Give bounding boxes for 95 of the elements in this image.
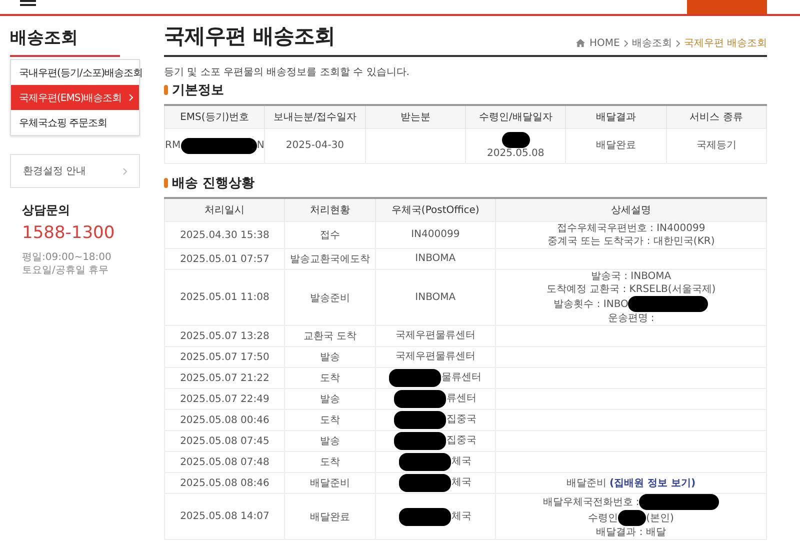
- column-header: 수령인/배달일자: [465, 105, 566, 128]
- table-cell: 배달준비: [310, 478, 350, 489]
- contact-title: 상담문의: [22, 202, 71, 219]
- table-cell: 2025.05.08 14:07: [180, 511, 270, 522]
- chevron-right-icon: [676, 40, 680, 46]
- chevron-right-icon: [129, 94, 133, 101]
- table-cell: 2025.05.07 22:49: [180, 394, 270, 404]
- table-cell: 2025.05.07 17:50: [180, 352, 270, 362]
- table-cell: INBOMA: [415, 292, 456, 304]
- table-cell: 2025.05.08 07:48: [180, 456, 270, 468]
- sidebar-item[interactable]: 우체국쇼핑 주문조회: [11, 110, 139, 135]
- detail-text: 도착예정 교환국 : KRSELB(서울국제): [546, 283, 716, 296]
- chevron-right-icon: [624, 40, 628, 46]
- breadcrumb-link[interactable]: HOME: [589, 38, 620, 48]
- column-header: 상세설명: [496, 198, 766, 222]
- settings-link[interactable]: 환경설정 안내: [10, 154, 140, 188]
- info-link[interactable]: (집배원 정보 보기): [609, 476, 696, 490]
- table-cell: 발송준비: [310, 292, 350, 304]
- detail-text: 중계국 또는 도착국가 : 대한민국(KR): [547, 235, 715, 248]
- sidebar-item[interactable]: 국내우편(등기/소포)배송조회: [11, 60, 139, 85]
- table-cell: 발송: [320, 394, 340, 405]
- home-icon[interactable]: [576, 39, 586, 47]
- detail-text: 발송국 : INBOMA: [590, 270, 672, 283]
- table-cell: 접수: [320, 230, 340, 241]
- column-header: EMS(등기)번호: [164, 105, 265, 128]
- table-cell: 물류센터: [441, 372, 482, 384]
- table-cell: 집중국: [446, 414, 476, 426]
- business-hours: 토요일/공휴일 휴무: [22, 264, 110, 277]
- table-cell: 도착: [320, 415, 340, 426]
- table-cell: IN400099: [411, 229, 460, 241]
- table-cell: 2025.04.30 15:38: [180, 230, 270, 240]
- redaction-mark: [399, 474, 452, 492]
- table-cell: 2025.05.08 07:45: [180, 436, 270, 446]
- section-marker-icon: [164, 85, 168, 95]
- table-cell: N: [256, 140, 264, 152]
- phone-number: 1588-1300: [22, 223, 116, 243]
- table-cell: 국제우편물류센터: [395, 330, 476, 342]
- section-marker-icon: [164, 178, 168, 188]
- sidebar-item[interactable]: 국제우편(EMS)배송조회: [11, 85, 139, 110]
- detail-text: 배달우체국전화번호 :: [542, 496, 640, 508]
- redaction-mark: [399, 453, 452, 471]
- detail-text: 배달준비: [566, 476, 606, 490]
- table-cell: INBOMA: [415, 253, 456, 265]
- table-cell: 발송: [320, 352, 340, 363]
- column-header: 보내는분/접수일자: [264, 105, 366, 128]
- table-cell: 도착: [320, 457, 340, 468]
- table-cell: RM: [165, 140, 181, 152]
- table-cell: 2025.05.08 08:46: [180, 478, 270, 488]
- detail-text: (본인): [646, 512, 674, 524]
- table-cell: 2025-04-30: [286, 140, 344, 152]
- table-cell: 교환국 도착: [303, 331, 357, 342]
- table-cell: 2025.05.08: [487, 148, 544, 160]
- breadcrumb-link[interactable]: 배송조회: [632, 36, 672, 50]
- table-cell: 집중국: [446, 435, 476, 447]
- redaction-mark: [389, 369, 442, 387]
- column-header: 우체국(PostOffice): [375, 198, 496, 222]
- table-cell: 체국: [451, 510, 472, 522]
- table-cell: 2025.05.07 21:22: [180, 372, 270, 384]
- menu-icon[interactable]: [20, 0, 36, 6]
- detail-text: 발송횟수 : INBO: [554, 298, 628, 310]
- table-cell: 2025.05.07 13:28: [180, 330, 270, 342]
- table-cell: 2025.05.01 11:08: [180, 292, 270, 303]
- business-hours: 평일:09:00~18:00: [22, 251, 112, 264]
- column-header: 처리현황: [284, 198, 376, 222]
- table-cell: 체국: [451, 477, 472, 489]
- redaction-mark: [399, 508, 452, 526]
- table-cell: 배달완료: [596, 140, 636, 152]
- detail-text: 운송편명 :: [608, 312, 654, 325]
- table-cell: 발송교환국에도착: [290, 254, 370, 265]
- table-cell: 국제우편물류센터: [395, 351, 476, 363]
- section-heading: 기본정보: [172, 82, 224, 99]
- redaction-mark: [394, 390, 446, 408]
- column-header: 받는분: [365, 105, 466, 128]
- detail-text: 수령인: [588, 512, 618, 524]
- table-cell: 류센터: [446, 393, 476, 405]
- column-header: 서비스 종류: [666, 105, 766, 128]
- table-cell: 발송: [320, 436, 340, 447]
- table-cell: 체국: [451, 456, 472, 468]
- page-title: 국제우편 배송조회: [164, 23, 335, 50]
- column-header: 배달결과: [566, 105, 666, 128]
- table-cell: 2025.05.01 07:57: [180, 254, 270, 264]
- column-header: 처리일시: [164, 198, 285, 222]
- detail-text: 접수우체국우편번호 : IN400099: [556, 222, 706, 235]
- sidebar-title: 배송조회: [10, 16, 120, 57]
- table-cell: 배달완료: [310, 512, 350, 522]
- redaction-mark: [502, 132, 530, 148]
- redaction-mark: [394, 432, 446, 450]
- table-cell: 2025.05.08 00:46: [180, 414, 270, 426]
- table-cell: 국제등기: [696, 140, 736, 152]
- detail-text: 배달결과 : 배달: [596, 526, 666, 539]
- section-heading: 배송 진행상황: [172, 175, 255, 192]
- page-description: 등기 및 소포 우편물의 배송정보를 조회할 수 있습니다.: [164, 66, 410, 79]
- table-cell: 도착: [320, 373, 340, 384]
- redaction-mark: [394, 411, 446, 429]
- chevron-right-icon: [123, 168, 127, 174]
